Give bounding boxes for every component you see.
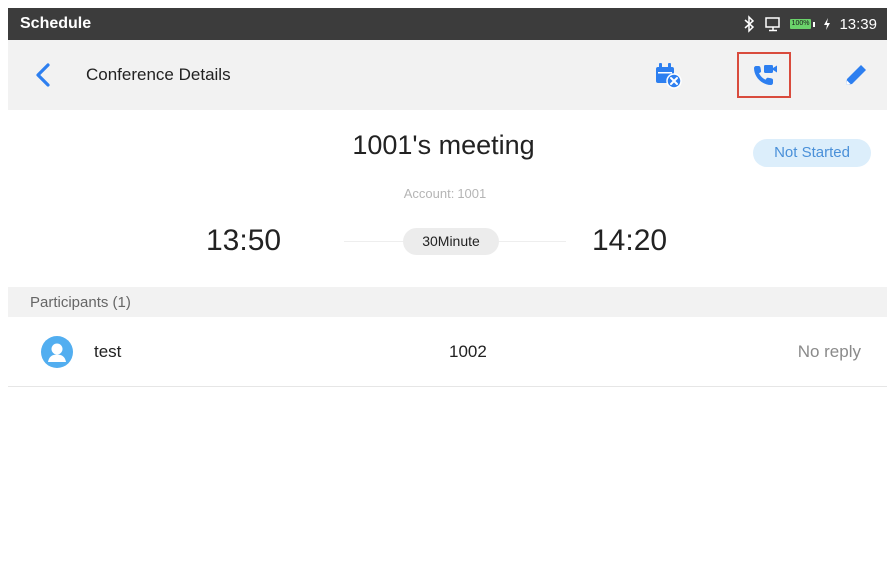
participants-header-label: Participants (1)	[30, 294, 131, 311]
start-time: 13:50	[206, 224, 282, 257]
participant-row[interactable]: test 1002 No reply	[8, 317, 887, 387]
account-label: Account:	[403, 186, 455, 201]
meeting-title: 1001's meeting	[352, 130, 535, 160]
account-line: Account: 1001	[0, 186, 887, 201]
status-bar: Schedule 100% 13:39	[8, 8, 887, 40]
status-time: 13:39	[839, 15, 877, 33]
video-call-icon	[754, 65, 777, 85]
page-title: Conference Details	[86, 65, 231, 84]
toolbar: Conference Details	[8, 40, 887, 110]
screen-icon	[764, 17, 780, 32]
status-icons: 100% 13:39	[742, 14, 877, 34]
duration-badge: 30Minute	[403, 228, 499, 255]
cancel-meeting-icon[interactable]	[653, 60, 683, 90]
participant-reply-status: No reply	[797, 342, 861, 361]
app-window: Schedule 100% 13:39 Conference Details N…	[8, 8, 887, 561]
account-value: 1001	[457, 186, 487, 201]
end-time: 14:20	[592, 224, 668, 257]
participant-number: 1002	[449, 342, 487, 361]
back-icon[interactable]	[32, 62, 54, 88]
avatar-icon	[41, 336, 73, 368]
bluetooth-icon	[744, 15, 754, 33]
status-bar-title: Schedule	[20, 15, 92, 32]
participants-header: Participants (1)	[8, 287, 887, 317]
start-video-call-button[interactable]	[737, 52, 791, 98]
battery-icon: 100%	[789, 19, 816, 29]
battery-level: 100%	[789, 19, 812, 29]
participant-name: test	[94, 342, 122, 361]
charging-icon	[824, 18, 831, 30]
edit-icon[interactable]	[842, 61, 870, 89]
